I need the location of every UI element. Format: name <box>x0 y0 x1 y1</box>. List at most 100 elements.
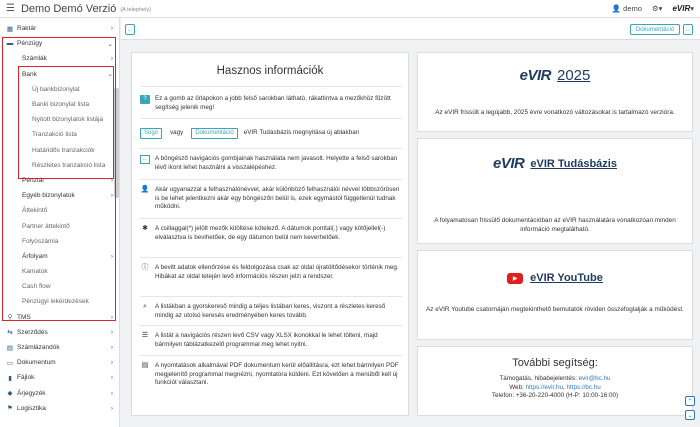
sidebar-item-logisztika[interactable]: ⚑ Logisztika › <box>0 401 119 416</box>
info-row-search: ⌕ A listákban a gyorskereső mindig a tel… <box>140 303 402 320</box>
sidebar-item-arfolyam[interactable]: Árfolyam › <box>0 249 119 264</box>
sidebar-item-szamlak[interactable]: Számlák › <box>0 51 119 66</box>
info-icon: ⓘ <box>141 264 149 271</box>
chevron-right-icon: › <box>110 313 113 321</box>
scroll-down-button[interactable]: ⌄ <box>685 410 695 420</box>
card-youtube: ▶ eVIR YouTube Az eVIR Youtube csatornáj… <box>417 250 693 340</box>
help-web: Web: https://evir.hu, https://bc.hu <box>509 383 601 391</box>
question-icon: ? <box>140 95 150 104</box>
sidebar-item-raktar[interactable]: ▦ Raktár › <box>0 21 119 36</box>
row2-text: eVIR Tudásbázis megnyitása új ablakban <box>243 129 360 137</box>
settings-menu[interactable]: ⚙▾ <box>652 4 663 13</box>
sidebar-item-attekinto[interactable]: Áttekintő <box>0 203 119 218</box>
hamburger-menu-icon[interactable]: ☰ <box>6 3 15 14</box>
help-support: Támogatás, hibabejelentés: evir@bc.hu <box>499 375 611 382</box>
sidebar-item-banki-bizonylat-lista[interactable]: Banki bizonylat lista <box>0 97 119 112</box>
top-bar: ☰ Demo Demó Verzió (A telephely) 👤 demo … <box>0 0 700 18</box>
evir-logo: eVIR <box>672 4 691 13</box>
sugo-button-example: Súgó <box>140 128 163 139</box>
link-2025[interactable]: 2025 <box>557 67 590 84</box>
info-row-login: 👤 Akár ugyanazzal a felhasználónévvel, a… <box>140 186 400 211</box>
sidebar-item-egyeb-bizonylatok[interactable]: Egyéb bizonylatok › <box>0 188 119 203</box>
info-row-print: ▤ A nyomtatások alkalmával PDF dokumentu… <box>141 362 399 387</box>
sidebar-item-uj-bankbizonylat[interactable]: Új bankbizonylat <box>0 82 119 97</box>
card-2025-desc: Az eVIR frissült a legújabb, 2025 évre v… <box>435 109 675 116</box>
link-youtube[interactable]: eVIR YouTube <box>530 272 603 284</box>
sidebar: ▦ Raktár › ▬ Pénzügy ⌄ Számlák › Bank ⌄ Új ban… <box>0 18 120 427</box>
asterisk-icon: ✱ <box>142 225 148 232</box>
dokumentacio-button[interactable]: Dokumentáció <box>630 24 680 35</box>
invoice-icon: ▤ <box>6 344 14 352</box>
evir-logo-menu[interactable]: eVIR▾ <box>672 4 694 13</box>
app-title: Demo Demó Verzió <box>20 2 117 15</box>
chevron-right-icon: › <box>110 374 113 382</box>
main-content: ← Dokumentáció ← Hasznos információk ? E… <box>121 18 700 427</box>
info-row-navigation: ← A böngésző navigációs gombjainak haszn… <box>140 155 398 171</box>
link-tudasbazis[interactable]: eVIR Tudásbázis <box>530 158 617 170</box>
sidebar-item-fajlok[interactable]: ▮ Fájlok › <box>0 370 119 385</box>
sidebar-item-nyitott-bizonylatok[interactable]: Nyitott bizonylatok listája <box>0 112 119 127</box>
sidebar-item-tms[interactable]: ⚲ TMS › <box>0 310 119 325</box>
chevron-down-icon: ⌄ <box>107 40 113 48</box>
sidebar-item-kamatok[interactable]: Kamatok <box>0 264 119 279</box>
divider <box>140 218 402 219</box>
chevron-right-icon: › <box>110 55 113 63</box>
sidebar-item-dokumentum[interactable]: ▭ Dokumentum › <box>0 355 119 370</box>
sidebar-item-penztar[interactable]: Pénztár › <box>0 173 119 188</box>
support-email-link[interactable]: evir@bc.hu <box>579 375 611 382</box>
warehouse-icon: ▦ <box>6 25 14 33</box>
list-icon: ☰ <box>141 332 149 339</box>
back-button-left[interactable]: ← <box>125 24 135 35</box>
sidebar-item-folyoszamla[interactable]: Folyószámla <box>0 234 119 249</box>
divider <box>140 118 402 119</box>
search-icon: ⌕ <box>143 303 147 310</box>
info-row-docs: Súgó vagy Dokumentáció eVIR Tudásbázis m… <box>140 128 402 139</box>
sidebar-item-tranzakcio-lista[interactable]: Tranzakció lista <box>0 127 119 142</box>
scroll-up-button[interactable]: ⌃ <box>685 396 695 406</box>
sidebar-item-szerzodes[interactable]: ⇆ Szerződés › <box>0 325 119 340</box>
chevron-right-icon: › <box>110 176 113 184</box>
sidebar-item-cash-flow[interactable]: Cash flow <box>0 279 119 294</box>
sidebar-item-bank[interactable]: Bank ⌄ <box>0 67 119 82</box>
money-icon: ▬ <box>6 40 14 48</box>
card-tudasbazis: eVIR eVIR Tudásbázis A folyamatosan fris… <box>417 138 693 244</box>
arrow-left-icon: ← <box>140 155 150 164</box>
sidebar-scrollbar[interactable] <box>114 88 119 198</box>
info-row-export: ☰ A listát a navigációs részen levő CSV … <box>141 332 378 348</box>
back-button-right[interactable]: ← <box>683 24 693 35</box>
evir-logo: eVIR <box>519 67 552 84</box>
chevron-right-icon: › <box>110 359 113 367</box>
document-icon: ▭ <box>6 359 14 367</box>
divider <box>140 148 402 149</box>
file-icon: ▮ <box>8 374 12 382</box>
sidebar-item-szamlazandok[interactable]: ▤ Számlázandók › <box>0 340 119 355</box>
card-2025: eVIR 2025 Az eVIR frissült a legújabb, 2… <box>417 52 693 132</box>
sidebar-item-arjegyzek[interactable]: ◆ Árjegyzék › <box>0 386 119 401</box>
chevron-right-icon: › <box>110 404 113 412</box>
pdf-icon: ▤ <box>141 362 149 369</box>
card-youtube-desc: Az eVIR Youtube csatornáján megtekinthet… <box>426 306 684 313</box>
youtube-icon: ▶ <box>507 272 524 284</box>
sidebar-item-penzugyi-lekerdezesek[interactable]: Pénzügyi lekérdezések <box>0 294 119 309</box>
sidebar-item-penzugy[interactable]: ▬ Pénzügy ⌄ <box>0 36 119 51</box>
tms-icon: ⚲ <box>7 314 13 322</box>
contract-icon: ⇆ <box>7 329 13 337</box>
info-row-validation: ⓘ A bevitt adatok ellenőrzése és feldolg… <box>141 264 399 280</box>
help-panel: További segítség: Támogatás, hibabejelen… <box>417 346 693 416</box>
chevron-down-icon: ⌄ <box>107 71 113 79</box>
user-icon: 👤 <box>140 186 150 193</box>
web-link-evir[interactable]: https://evir.hu <box>526 384 563 391</box>
sidebar-item-partner-attekinto[interactable]: Partner áttekintő <box>0 218 119 233</box>
chevron-right-icon: › <box>110 344 113 352</box>
info-title: Hasznos információk <box>216 65 324 77</box>
sidebar-item-hataridos-tranzakciok[interactable]: Határidős tranzakciók <box>0 143 119 158</box>
help-title: További segítség: <box>512 357 598 369</box>
web-link-bc[interactable]: https://bc.hu <box>566 384 600 391</box>
vagy-text: vagy <box>170 129 184 137</box>
sidebar-item-reszletes-tranzakcio-lista[interactable]: Részletes tranzakció lista <box>0 158 119 173</box>
chevron-right-icon: › <box>110 25 113 33</box>
chevron-right-icon: › <box>110 328 113 336</box>
user-menu[interactable]: 👤 demo <box>612 4 642 13</box>
help-phone: Telefon: +36-20-220-4000 (H-P: 10:00-16:… <box>491 392 619 399</box>
app-subtitle: (A telephely) <box>120 6 151 13</box>
